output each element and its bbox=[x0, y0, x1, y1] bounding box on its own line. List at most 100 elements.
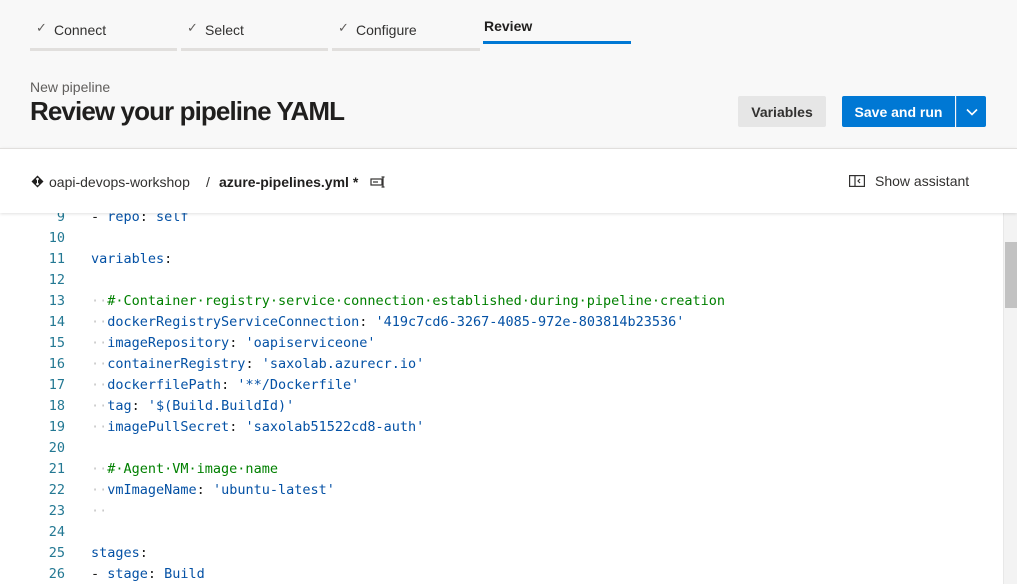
code-line[interactable]: 11 variables: bbox=[0, 249, 1003, 270]
git-diamond-icon bbox=[31, 175, 44, 188]
step-label: Configure bbox=[356, 22, 417, 38]
step-label: Review bbox=[484, 18, 533, 34]
code-token: 'oapiserviceone' bbox=[245, 335, 376, 351]
yaml-editor[interactable]: 9 - repo: self 10 11 variables: 12 13 ··#·Conta… bbox=[0, 212, 1017, 584]
code-line[interactable]: 15 ··imageRepository: 'oapiserviceone' bbox=[0, 333, 1003, 354]
code-line[interactable]: 16 ··containerRegistry: 'saxolab.azurecr.… bbox=[0, 354, 1003, 375]
code-line[interactable]: 19 ··imagePullSecret: 'saxolab51522cd8-au… bbox=[0, 417, 1003, 438]
save-and-run-button[interactable]: Save and run bbox=[842, 96, 955, 127]
code-token: '$(Build.BuildId)' bbox=[147, 398, 295, 414]
code-token: ·· bbox=[91, 482, 108, 498]
code-token: tag bbox=[107, 398, 132, 414]
save-options-dropdown[interactable] bbox=[956, 96, 986, 127]
code-token: : bbox=[221, 377, 238, 393]
line-number: 16 bbox=[48, 356, 65, 372]
code-token: - bbox=[91, 566, 108, 582]
repo-link[interactable]: oapi-devops-workshop bbox=[49, 174, 190, 190]
code-token: repo bbox=[107, 212, 140, 225]
code-token: imagePullSecret bbox=[107, 419, 230, 435]
line-number: 11 bbox=[48, 251, 65, 267]
step-label: Connect bbox=[54, 22, 107, 38]
editor-scrollbar[interactable] bbox=[1003, 212, 1017, 584]
code-token: : bbox=[229, 335, 246, 351]
scrollbar-thumb[interactable] bbox=[1005, 242, 1017, 308]
page-title: Review your pipeline YAML bbox=[30, 96, 345, 126]
code-line[interactable]: 24 bbox=[0, 522, 1003, 543]
code-token: 'ubuntu-latest' bbox=[212, 482, 335, 498]
code-line[interactable]: 25 stages: bbox=[0, 543, 1003, 564]
check-icon: ✓ bbox=[338, 20, 349, 35]
code-token: ·· bbox=[91, 293, 108, 309]
code-text: ··dockerfilePath: '**/Dockerfile' bbox=[91, 375, 359, 396]
step-connect[interactable]: ✓ Connect bbox=[30, 0, 177, 54]
code-token: 'saxolab51522cd8-auth' bbox=[245, 419, 425, 435]
step-configure[interactable]: ✓ Configure bbox=[332, 0, 480, 54]
code-token: variables bbox=[91, 251, 165, 267]
code-line[interactable]: 9 - repo: self bbox=[0, 212, 1003, 228]
code-token: self bbox=[156, 212, 189, 225]
code-line[interactable]: 10 bbox=[0, 228, 1003, 249]
code-line[interactable]: 21 ··#·Agent·VM·image·name bbox=[0, 459, 1003, 480]
code-token: ·· bbox=[91, 503, 108, 519]
code-token: ·· bbox=[91, 461, 108, 477]
code-text: ··#·Container·registry·service·connectio… bbox=[91, 291, 725, 312]
step-review[interactable]: Review bbox=[483, 0, 631, 54]
code-text: ··imageRepository: 'oapiserviceone' bbox=[91, 333, 376, 354]
code-token: : bbox=[196, 482, 213, 498]
line-number: 10 bbox=[48, 230, 65, 246]
code-token: '419c7cd6-3267-4085-972e-803814b23536' bbox=[375, 314, 685, 330]
code-line[interactable]: 17 ··dockerfilePath: '**/Dockerfile' bbox=[0, 375, 1003, 396]
code-line[interactable]: 13 ··#·Container·registry·service·connect… bbox=[0, 291, 1003, 312]
code-text: ·· bbox=[91, 501, 107, 522]
code-token: ·· bbox=[91, 398, 108, 414]
show-assistant-button[interactable]: Show assistant bbox=[849, 167, 969, 195]
line-number: 14 bbox=[48, 314, 65, 330]
code-line[interactable]: 26 - stage: Build bbox=[0, 564, 1003, 584]
file-path-bar: oapi-devops-workshop / azure-pipelines.y… bbox=[0, 148, 1017, 213]
code-text: variables: bbox=[91, 249, 172, 270]
line-number: 12 bbox=[48, 272, 65, 288]
code-token: : bbox=[139, 545, 148, 561]
code-text: ··dockerRegistryServiceConnection: '419c… bbox=[91, 312, 684, 333]
code-text: - repo: self bbox=[91, 212, 189, 228]
line-number: 9 bbox=[56, 212, 65, 225]
variables-button[interactable]: Variables bbox=[738, 96, 826, 127]
show-assistant-label: Show assistant bbox=[875, 173, 970, 189]
step-progress-bar bbox=[483, 41, 631, 44]
check-icon: ✓ bbox=[36, 20, 47, 35]
code-text: ··vmImageName: 'ubuntu-latest' bbox=[91, 480, 335, 501]
code-token: vmImageName bbox=[107, 482, 197, 498]
line-number: 17 bbox=[48, 377, 65, 393]
code-token: '**/Dockerfile' bbox=[237, 377, 360, 393]
code-token: ·· bbox=[91, 335, 108, 351]
step-progress-bar bbox=[30, 48, 177, 51]
code-token: imageRepository bbox=[107, 335, 230, 351]
line-number: 22 bbox=[48, 482, 65, 498]
code-text: - stage: Build bbox=[91, 564, 205, 584]
page-subtitle: New pipeline bbox=[30, 79, 111, 95]
code-token: : bbox=[147, 566, 165, 582]
step-progress-bar bbox=[332, 48, 480, 51]
code-text: ··#·Agent·VM·image·name bbox=[91, 459, 278, 480]
code-line[interactable]: 23 ·· bbox=[0, 501, 1003, 522]
chevron-down-icon bbox=[965, 108, 978, 116]
line-number: 26 bbox=[48, 566, 65, 582]
line-number: 23 bbox=[48, 503, 65, 519]
code-token: #·Agent·VM·image·name bbox=[107, 461, 278, 477]
step-progress-bar bbox=[181, 48, 328, 51]
code-line[interactable]: 12 bbox=[0, 270, 1003, 291]
code-token: ·· bbox=[91, 377, 108, 393]
code-token: Build bbox=[164, 566, 205, 582]
line-number: 13 bbox=[48, 293, 65, 309]
code-token: - bbox=[91, 212, 108, 225]
code-line[interactable]: 14 ··dockerRegistryServiceConnection: '41… bbox=[0, 312, 1003, 333]
code-token: 'saxolab.azurecr.io' bbox=[261, 356, 425, 372]
code-token: containerRegistry bbox=[107, 356, 246, 372]
step-select[interactable]: ✓ Select bbox=[181, 0, 328, 54]
code-line[interactable]: 22 ··vmImageName: 'ubuntu-latest' bbox=[0, 480, 1003, 501]
code-token: stages bbox=[91, 545, 140, 561]
code-line[interactable]: 20 bbox=[0, 438, 1003, 459]
rename-icon[interactable] bbox=[370, 176, 386, 188]
code-token: ·· bbox=[91, 419, 108, 435]
code-line[interactable]: 18 ··tag: '$(Build.BuildId)' bbox=[0, 396, 1003, 417]
